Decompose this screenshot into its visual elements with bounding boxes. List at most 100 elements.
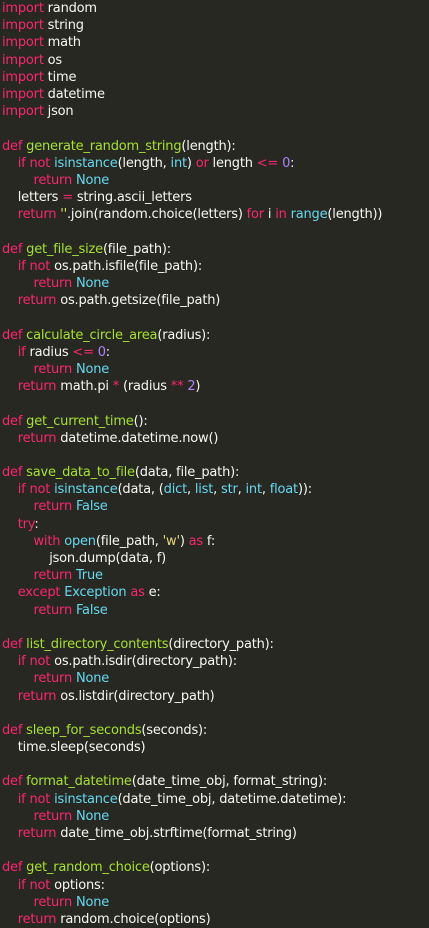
- code-token-builtin: Exception: [64, 585, 127, 601]
- code-token-builtin: isinstance: [54, 791, 118, 807]
- code-line: return random.choice(options): [2, 911, 429, 928]
- code-token-keyword: or: [195, 155, 209, 171]
- code-token-keyword: return: [17, 826, 57, 841]
- code-token-plain: )):: [297, 482, 312, 498]
- code-token-builtin: int: [170, 155, 188, 171]
- code-line: try:: [2, 516, 429, 533]
- code-token-keyword: def: [2, 138, 23, 154]
- code-line: return ''.join(random.choice(letters) fo…: [2, 206, 429, 223]
- code-token-plain: (file_path):: [102, 241, 171, 257]
- code-token-builtin: None: [75, 808, 110, 824]
- code-token-builtin: list: [194, 482, 214, 498]
- code-line: def get_file_size(file_path):: [2, 241, 429, 258]
- code-line: def save_data_to_file(data, file_path):: [2, 464, 429, 481]
- code-token-keyword: def: [2, 465, 23, 481]
- code-token-keyword: return: [33, 568, 73, 584]
- code-token-keyword: import: [2, 69, 44, 85]
- code-line: def get_current_time():: [2, 413, 429, 430]
- code-token-keyword: if not: [17, 155, 51, 171]
- code-token-keyword: if not: [17, 654, 51, 670]
- code-token-plain: radius: [25, 344, 73, 360]
- code-token-keyword: return: [17, 207, 57, 223]
- code-line: if not os.path.isdir(directory_path):: [2, 653, 429, 670]
- code-token-plain: e:: [144, 585, 161, 601]
- code-token-func: get_random_choice: [26, 860, 150, 876]
- code-line: def generate_random_string(length):: [2, 138, 429, 155]
- code-block[interactable]: import random import string import math imp…: [2, 0, 429, 928]
- code-token-keyword: def: [2, 413, 23, 429]
- code-token-op: =: [62, 190, 73, 206]
- code-token-plain: os.path.isdir(directory_path):: [50, 654, 237, 670]
- code-token-keyword: in: [275, 207, 287, 223]
- code-line: def calculate_circle_area(radius):: [2, 327, 429, 344]
- code-line: def format_datetime(date_time_obj, forma…: [2, 773, 429, 790]
- code-line: import datetime: [2, 86, 429, 103]
- code-token-keyword: def: [2, 327, 23, 343]
- code-token-builtin: int: [245, 482, 263, 498]
- code-token-plain: json: [43, 104, 74, 120]
- code-token-func: calculate_circle_area: [26, 327, 158, 343]
- code-token-plain: :: [105, 344, 110, 360]
- code-token-keyword: try: [17, 516, 35, 532]
- code-token-keyword: def: [2, 636, 23, 652]
- code-token-plain: join(random.choice(letters): [70, 207, 247, 223]
- code-line: ​: [2, 395, 429, 412]
- code-line: ​: [2, 705, 429, 722]
- code-token-builtin: None: [75, 172, 110, 188]
- code-token-plain: time.sleep(seconds): [2, 740, 146, 756]
- code-token-builtin: None: [75, 894, 110, 910]
- code-token-keyword: import: [2, 86, 44, 102]
- code-token-plain: math.pi: [56, 379, 113, 395]
- code-token-keyword: if not: [17, 791, 51, 807]
- code-token-builtin: None: [75, 361, 110, 377]
- code-token-keyword: return: [17, 688, 57, 704]
- code-token-keyword: def: [2, 774, 23, 790]
- code-token-plain: string.ascii_letters: [72, 190, 192, 206]
- code-token-keyword: if not: [17, 482, 51, 498]
- code-token-plain: ,: [261, 482, 270, 498]
- code-token-plain: string: [43, 18, 84, 34]
- code-line: letters = string.ascii_letters: [2, 189, 429, 206]
- code-token-plain: ): [186, 155, 196, 171]
- code-token-builtin: isinstance: [54, 155, 118, 171]
- code-token-keyword: as: [188, 533, 204, 549]
- code-line: return os.listdir(directory_path): [2, 688, 429, 705]
- code-line: ​: [2, 120, 429, 137]
- code-token-keyword: def: [2, 860, 23, 876]
- code-token-plain: (file_path,: [95, 533, 163, 549]
- code-token-keyword: except: [17, 585, 61, 601]
- code-line: return True: [2, 567, 429, 584]
- code-token-plain: (options):: [149, 860, 211, 876]
- code-token-builtin: True: [75, 568, 103, 584]
- code-line: return None: [2, 670, 429, 687]
- code-line: ​: [2, 447, 429, 464]
- code-token-plain: ): [195, 379, 201, 395]
- code-line: def sleep_for_seconds(seconds):: [2, 722, 429, 739]
- code-token-keyword: return: [33, 276, 73, 291]
- code-token-keyword: with: [33, 533, 61, 549]
- code-line: ​: [2, 842, 429, 859]
- code-token-plain: (directory_path):: [168, 636, 274, 652]
- code-editor[interactable]: import random import string import math imp…: [0, 0, 429, 927]
- code-token-keyword: return: [33, 894, 73, 910]
- code-token-func: list_directory_contents: [26, 636, 169, 652]
- code-line: time.sleep(seconds): [2, 739, 429, 756]
- code-token-builtin: None: [75, 276, 110, 291]
- code-token-keyword: as: [130, 585, 145, 601]
- code-token-plain: ():: [133, 413, 148, 429]
- code-token-builtin: float: [269, 482, 298, 498]
- code-line: return False: [2, 498, 429, 515]
- code-token-number: 0: [282, 155, 291, 171]
